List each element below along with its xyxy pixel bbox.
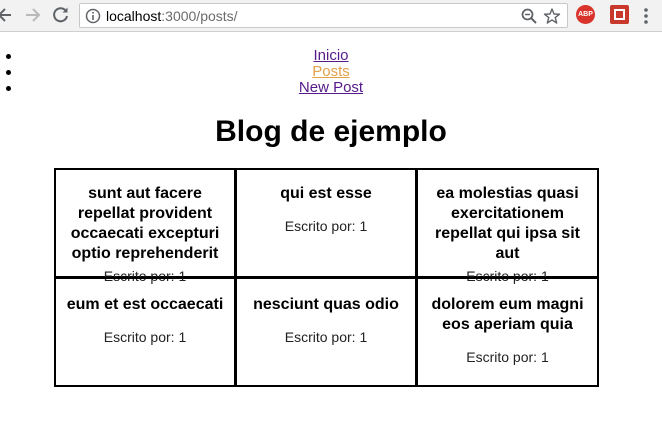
post-title[interactable]: dolorem eum magni eos aperiam quia xyxy=(422,295,593,335)
bookmark-star-icon[interactable] xyxy=(543,7,561,25)
nav-item-inicio: Inicio xyxy=(0,48,662,64)
nav-item-new-post: New Post xyxy=(0,80,662,96)
adblock-extension-icon[interactable]: ABP xyxy=(576,5,595,24)
reload-button[interactable] xyxy=(50,4,72,26)
post-card[interactable]: nesciunt quas odio Escrito por: 1 xyxy=(235,277,417,387)
zoom-icon[interactable] xyxy=(520,7,538,25)
post-title[interactable]: eum et est occaecati xyxy=(60,295,230,315)
nav-link-inicio[interactable]: Inicio xyxy=(313,47,348,64)
nav-link-posts[interactable]: Posts xyxy=(312,63,350,80)
post-card[interactable]: eum et est occaecati Escrito por: 1 xyxy=(54,277,236,387)
post-title[interactable]: sunt aut facere repellat provident occae… xyxy=(60,184,230,264)
back-arrow-icon xyxy=(0,8,11,22)
post-card[interactable]: sunt aut facere repellat provident occae… xyxy=(54,168,236,284)
forward-arrow-icon xyxy=(26,8,41,22)
post-author: Escrito por: 1 xyxy=(103,329,187,345)
browser-toolbar: localhost:3000/posts/ ABP xyxy=(0,0,662,32)
post-card[interactable]: dolorem eum magni eos aperiam quia Escri… xyxy=(416,277,599,387)
posts-grid: sunt aut facere repellat provident occae… xyxy=(54,168,599,388)
extension-graphic-icon xyxy=(614,9,625,20)
url-text[interactable]: localhost:3000/posts/ xyxy=(106,8,238,24)
extension-icon[interactable] xyxy=(610,5,629,24)
info-icon[interactable] xyxy=(85,8,101,24)
url-path: :3000/posts/ xyxy=(161,8,238,24)
list-bullet xyxy=(6,86,11,91)
post-author: Escrito por: 1 xyxy=(284,218,368,234)
post-title[interactable]: ea molestias quasi exercitationem repell… xyxy=(422,184,593,264)
page-title: Blog de ejemplo xyxy=(215,115,447,148)
post-title[interactable]: nesciunt quas odio xyxy=(241,295,411,315)
list-bullet xyxy=(6,70,11,75)
address-bar[interactable]: localhost:3000/posts/ xyxy=(79,3,568,28)
nav-item-posts: Posts xyxy=(0,64,662,80)
nav-link-new-post[interactable]: New Post xyxy=(299,79,363,96)
site-nav: Inicio Posts New Post xyxy=(0,48,662,96)
post-title[interactable]: qui est esse xyxy=(241,184,411,204)
back-button[interactable] xyxy=(0,4,16,26)
list-bullet xyxy=(6,54,11,59)
url-host: localhost xyxy=(106,8,162,24)
post-author: Escrito por: 1 xyxy=(466,349,549,365)
forward-button[interactable] xyxy=(22,4,44,26)
post-card[interactable]: qui est esse Escrito por: 1 xyxy=(235,168,417,278)
post-author: Escrito por: 1 xyxy=(284,329,368,345)
reload-icon xyxy=(53,7,68,23)
post-card[interactable]: ea molestias quasi exercitationem repell… xyxy=(416,168,599,284)
browser-menu-icon[interactable] xyxy=(643,7,649,25)
